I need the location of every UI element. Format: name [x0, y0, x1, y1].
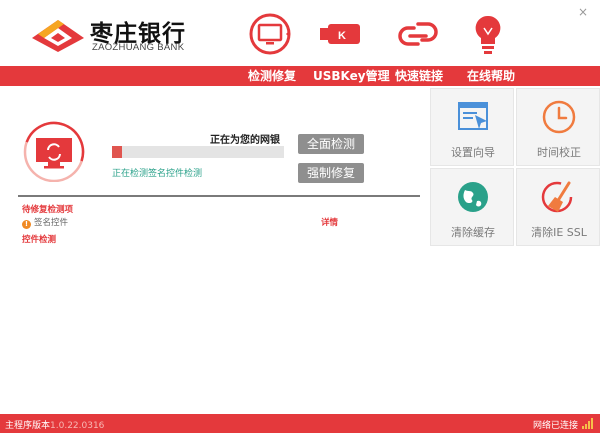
setup-wizard-icon [458, 102, 488, 130]
svg-text:K: K [338, 30, 346, 42]
result-item-label: 签名控件 [34, 218, 69, 228]
tile-clear-ie-ssl[interactable]: 清除IE SSL [516, 168, 600, 246]
broom-icon [541, 181, 573, 213]
tile-time-sync[interactable]: 时间校正 [516, 88, 600, 166]
scan-status-text: 正在检测签名控件检测 [112, 169, 203, 179]
clock-icon [542, 100, 576, 134]
scan-progress-fill [112, 146, 123, 158]
control-check-title: 控件检测 [22, 235, 57, 245]
network-status: 网络已连接 [532, 421, 578, 431]
pending-repair-title: 待修复检测项 [22, 205, 74, 215]
globe-icon [458, 182, 488, 212]
usbkey-icon[interactable]: K [320, 12, 364, 56]
detail-link[interactable]: 详情 [321, 216, 338, 228]
scan-title: 正在为您的网银 [210, 135, 280, 146]
result-item-signature-control: ! 签名控件 [22, 216, 68, 229]
version-info: 主程序版本1.0.22.0316 [5, 418, 104, 431]
tile-setup-wizard[interactable]: 设置向导 [430, 88, 514, 166]
scan-progress-bar [112, 146, 284, 158]
scan-monitor-icon [23, 121, 85, 182]
nav-item-quick-links[interactable]: 快速链接 [395, 66, 443, 86]
signal-icon [582, 418, 593, 429]
full-scan-button[interactable]: 全面检测 [298, 134, 364, 154]
version-label: 主程序版本 [5, 421, 51, 431]
monitor-refresh-icon[interactable] [248, 12, 292, 56]
tile-label: 时间校正 [537, 146, 581, 159]
version-number: 1.0.22.0316 [50, 421, 105, 431]
force-repair-button[interactable]: 强制修复 [298, 163, 364, 183]
status-bar: 主程序版本1.0.22.0316 网络已连接 [0, 414, 600, 433]
tile-clear-cache[interactable]: 清除缓存 [430, 168, 514, 246]
header: 枣庄银行 ZAOZHUANG BANK × K [0, 0, 600, 66]
lightbulb-icon[interactable] [466, 12, 510, 56]
close-button[interactable]: × [578, 6, 588, 18]
section-divider [18, 195, 420, 197]
tile-label: 清除缓存 [451, 226, 495, 239]
tile-label: 清除IE SSL [531, 226, 587, 239]
warning-icon: ! [22, 220, 31, 229]
nav-item-usbkey[interactable]: USBKey管理 [313, 66, 390, 86]
bank-logo-icon [32, 20, 84, 52]
nav-bar: 检测修复 USBKey管理 快速链接 在线帮助 [0, 66, 600, 86]
link-chain-icon[interactable] [396, 12, 440, 56]
nav-item-online-help[interactable]: 在线帮助 [467, 66, 515, 86]
brand-english-name: ZAOZHUANG BANK [92, 42, 185, 53]
nav-item-scan-repair[interactable]: 检测修复 [248, 66, 296, 86]
tile-label: 设置向导 [451, 146, 495, 159]
